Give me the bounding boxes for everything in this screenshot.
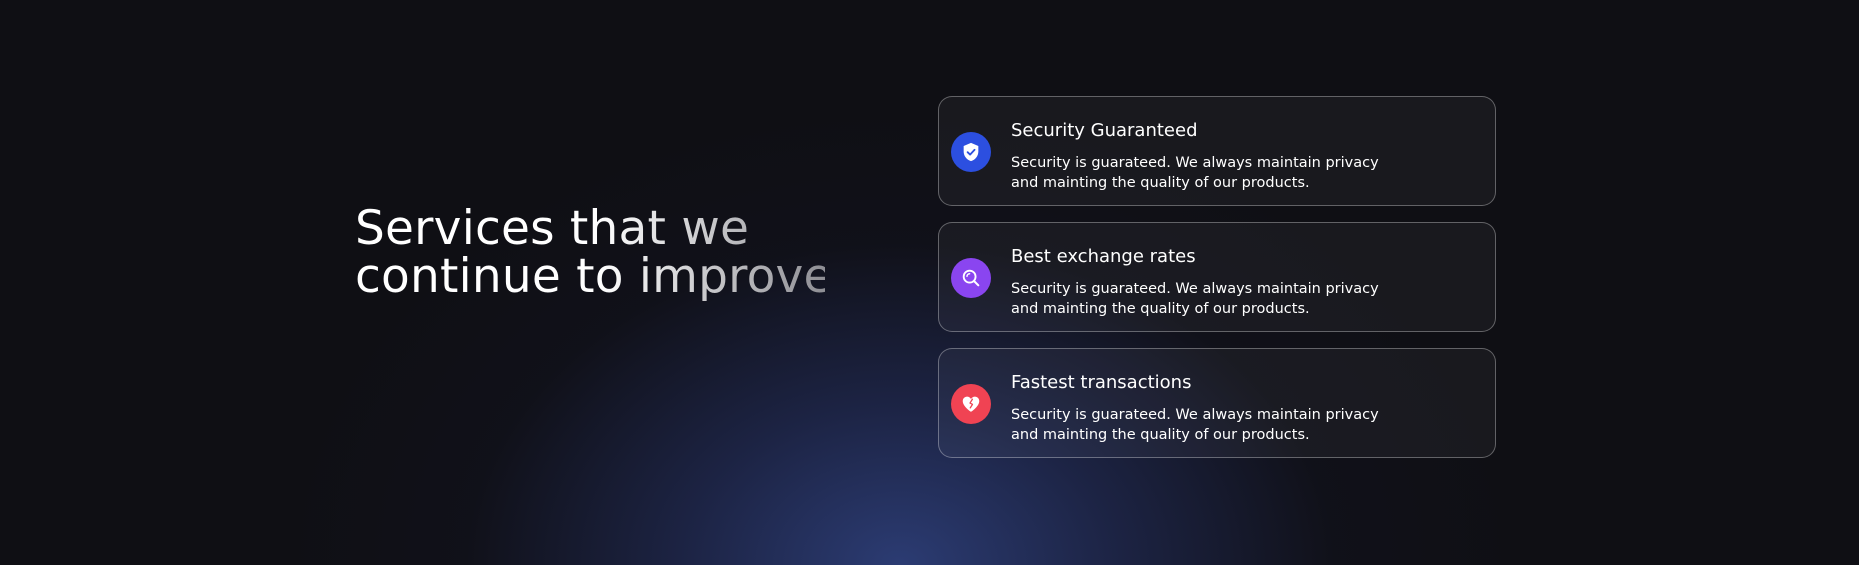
feature-title: Fastest transactions <box>1011 372 1192 393</box>
search-icon <box>962 269 980 287</box>
feature-description: Security is guarateed. We always maintai… <box>1011 281 1379 317</box>
headline-line-2: continue to improve <box>355 249 833 304</box>
feature-description: Security is guarateed. We always maintai… <box>1011 407 1379 443</box>
section-headline: Services that we continue to improve <box>355 205 825 301</box>
feature-card-security: Security Guaranteed Security is guaratee… <box>938 96 1496 206</box>
services-section: Services that we continue to improve Sec… <box>0 0 1859 565</box>
heart-icon <box>962 396 980 412</box>
feature-card-exchange-rates: Best exchange rates Security is guaratee… <box>938 222 1496 332</box>
feature-icon-badge <box>951 132 991 172</box>
feature-icon-badge <box>951 384 991 424</box>
headline-line-1: Services that we <box>355 201 750 256</box>
feature-card-transactions: Fastest transactions Security is guarate… <box>938 348 1496 458</box>
feature-card-list: Security Guaranteed Security is guaratee… <box>938 96 1496 474</box>
feature-description: Security is guarateed. We always maintai… <box>1011 155 1379 191</box>
shield-check-icon <box>963 142 979 162</box>
feature-title: Security Guaranteed <box>1011 120 1198 141</box>
feature-title: Best exchange rates <box>1011 246 1196 267</box>
feature-icon-badge <box>951 258 991 298</box>
